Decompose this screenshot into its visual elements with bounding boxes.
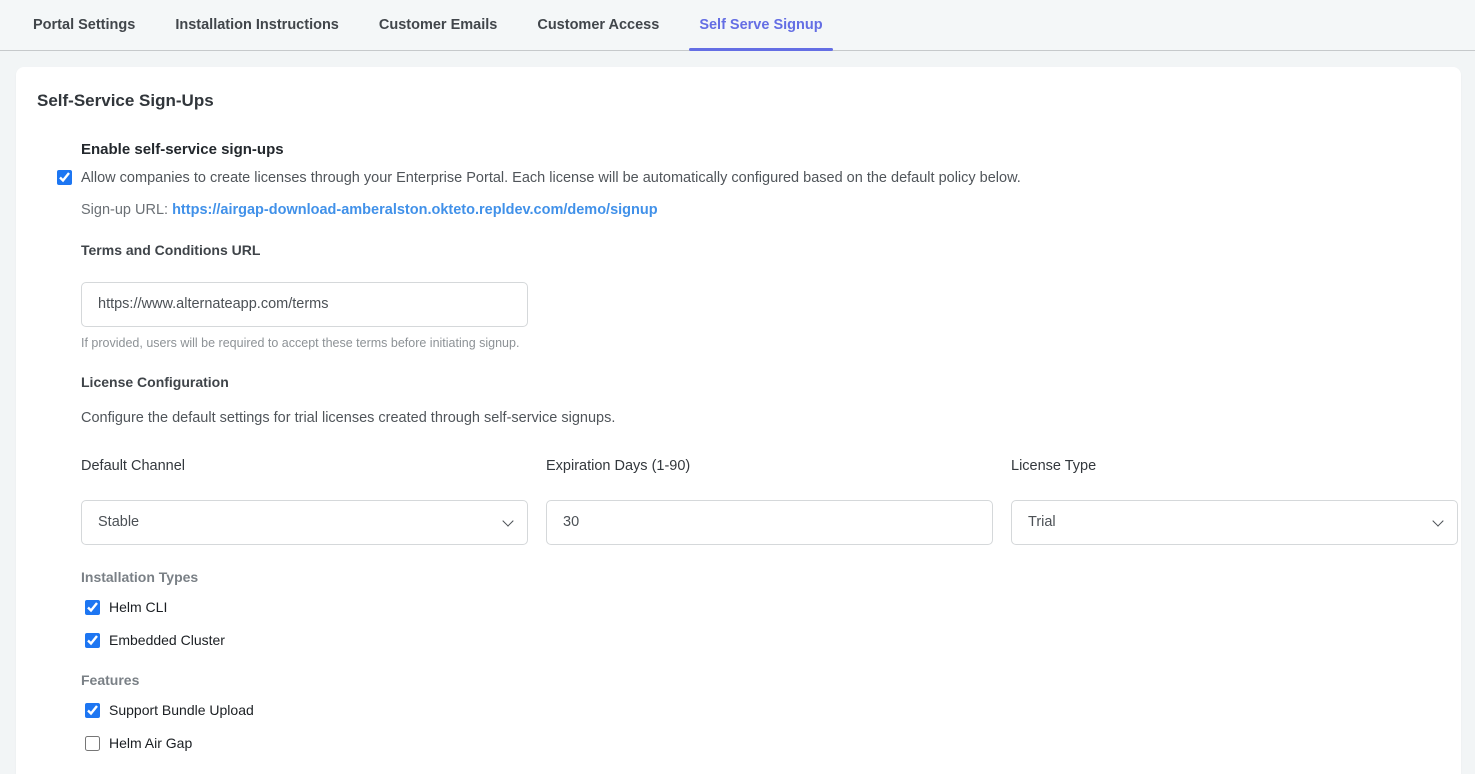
license-type-label: License Type <box>1011 458 1458 474</box>
license-type-select[interactable]: Trial <box>1011 500 1458 545</box>
terms-url-label: Terms and Conditions URL <box>81 242 1440 258</box>
expiration-days-field: Expiration Days (1-90) <box>546 458 993 545</box>
features-heading: Features <box>81 672 1440 688</box>
tab-customer-emails[interactable]: Customer Emails <box>369 0 507 50</box>
tab-customer-access[interactable]: Customer Access <box>527 0 669 50</box>
installation-types-heading: Installation Types <box>81 569 1440 585</box>
feature-option: Support Bundle Upload <box>85 702 1440 718</box>
helm-air-gap-checkbox[interactable] <box>85 736 100 751</box>
signup-url-link[interactable]: https://airgap-download-amberalston.okte… <box>172 202 658 218</box>
license-configuration-description: Configure the default settings for trial… <box>81 410 1440 426</box>
enable-signups-checkbox[interactable] <box>57 170 72 185</box>
helm-cli-label[interactable]: Helm CLI <box>109 599 167 615</box>
helm-cli-checkbox[interactable] <box>85 600 100 615</box>
settings-tabbar: Portal Settings Installation Instruction… <box>0 0 1475 51</box>
license-type-field: License Type Trial <box>1011 458 1458 545</box>
installation-type-option: Embedded Cluster <box>85 632 1440 648</box>
tab-portal-settings[interactable]: Portal Settings <box>23 0 145 50</box>
expiration-days-input[interactable] <box>546 500 993 545</box>
signup-url-label: Sign-up URL: <box>81 202 168 218</box>
default-channel-label: Default Channel <box>81 458 528 474</box>
embedded-cluster-label[interactable]: Embedded Cluster <box>109 632 225 648</box>
page-title: Self-Service Sign-Ups <box>37 91 1440 111</box>
enable-signups-heading: Enable self-service sign-ups <box>81 141 1440 158</box>
license-configuration-heading: License Configuration <box>81 374 1440 390</box>
installation-type-option: Helm CLI <box>85 599 1440 615</box>
expiration-days-label: Expiration Days (1-90) <box>546 458 993 474</box>
tab-installation-instructions[interactable]: Installation Instructions <box>165 0 349 50</box>
support-bundle-upload-checkbox[interactable] <box>85 703 100 718</box>
tab-self-serve-signup[interactable]: Self Serve Signup <box>689 0 832 50</box>
terms-url-input[interactable] <box>81 282 528 327</box>
embedded-cluster-checkbox[interactable] <box>85 633 100 648</box>
support-bundle-upload-label[interactable]: Support Bundle Upload <box>109 702 254 718</box>
default-channel-field: Default Channel Stable <box>81 458 528 545</box>
installation-types-list: Helm CLI Embedded Cluster <box>81 599 1440 648</box>
default-channel-select[interactable]: Stable <box>81 500 528 545</box>
features-list: Support Bundle Upload Helm Air Gap <box>81 702 1440 751</box>
terms-helper-text: If provided, users will be required to a… <box>81 336 1440 350</box>
self-service-signups-card: Self-Service Sign-Ups Enable self-servic… <box>16 67 1461 774</box>
enable-signups-description: Allow companies to create licenses throu… <box>81 169 1021 189</box>
feature-option: Helm Air Gap <box>85 735 1440 751</box>
helm-air-gap-label[interactable]: Helm Air Gap <box>109 735 192 751</box>
